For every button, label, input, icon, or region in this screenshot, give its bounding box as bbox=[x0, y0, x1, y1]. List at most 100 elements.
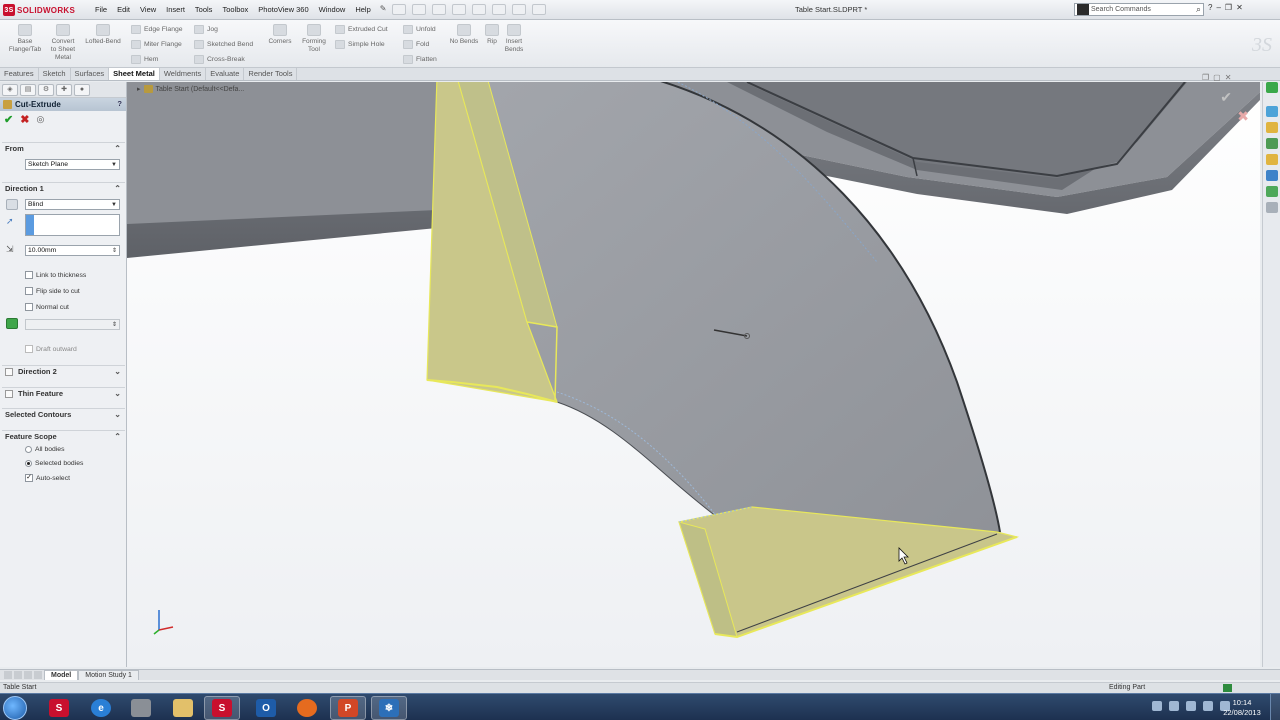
radio-dot[interactable] bbox=[25, 446, 32, 453]
draft-angle-input[interactable]: ⇕ bbox=[25, 319, 120, 330]
section-direction2[interactable]: Direction 2 ⌄ bbox=[2, 365, 125, 377]
taskbar-solidworks-app[interactable]: S bbox=[41, 696, 77, 720]
help-icon[interactable]: ? bbox=[1208, 3, 1212, 12]
custom-properties-icon[interactable] bbox=[1266, 186, 1278, 197]
menu-window[interactable]: Window bbox=[314, 4, 351, 15]
direction-reference-field[interactable] bbox=[25, 214, 120, 236]
tab-sheet-metal[interactable]: Sheet Metal bbox=[109, 68, 160, 80]
menu-tools[interactable]: Tools bbox=[190, 4, 218, 15]
all-bodies-radio[interactable]: All bodies bbox=[25, 446, 64, 453]
extruded-cut-button[interactable]: Extruded Cut bbox=[335, 23, 388, 35]
section-from[interactable]: From ⌃ bbox=[2, 142, 125, 154]
tab-render-tools[interactable]: Render Tools bbox=[244, 68, 298, 80]
convert-to-sheet-metal-button[interactable]: Convert to Sheet Metal bbox=[46, 24, 80, 62]
network-icon[interactable] bbox=[1169, 701, 1179, 711]
expand-icon[interactable]: ⌄ bbox=[114, 366, 121, 378]
show-desktop-button[interactable] bbox=[1270, 694, 1280, 720]
taskbar-solidworks-active[interactable]: S bbox=[204, 696, 240, 720]
solidworks-logo[interactable]: 3S SOLIDWORKS bbox=[3, 3, 75, 17]
menu-edit[interactable]: Edit bbox=[112, 4, 135, 15]
pin-icon[interactable]: ✎ bbox=[380, 4, 388, 14]
depth-input[interactable]: 10.00mm ⇕ bbox=[25, 245, 120, 256]
rebuild-icon[interactable] bbox=[512, 4, 526, 15]
expand-icon[interactable]: ⌄ bbox=[114, 388, 121, 400]
viewport-close-icon[interactable]: ✕ bbox=[1225, 73, 1232, 82]
dimxpert-icon[interactable]: ✚ bbox=[56, 84, 72, 96]
checkbox-box[interactable] bbox=[25, 287, 33, 295]
close-icon[interactable]: ✕ bbox=[1236, 3, 1243, 12]
fold-button[interactable]: Fold bbox=[403, 38, 429, 50]
collapse-icon[interactable]: ⌃ bbox=[114, 183, 121, 195]
auto-select-checkbox[interactable]: ✓ Auto-select bbox=[25, 474, 70, 482]
select-icon[interactable] bbox=[492, 4, 506, 15]
collapse-icon[interactable]: ⌃ bbox=[114, 143, 121, 155]
viewport-maximize-icon[interactable]: ▢ bbox=[1213, 73, 1221, 82]
appearances-icon[interactable] bbox=[1266, 170, 1278, 181]
direction2-toggle[interactable] bbox=[5, 368, 13, 376]
section-selected-contours[interactable]: Selected Contours ⌄ bbox=[2, 408, 125, 420]
edge-flange-button[interactable]: Edge Flange bbox=[131, 23, 183, 35]
corners-button[interactable]: Corners bbox=[265, 24, 295, 46]
tab-motion-study[interactable]: Motion Study 1 bbox=[78, 670, 139, 680]
normal-cut-checkbox[interactable]: Normal cut bbox=[25, 303, 69, 311]
jog-button[interactable]: Jog bbox=[194, 23, 218, 35]
tab-surfaces[interactable]: Surfaces bbox=[71, 68, 110, 80]
prev-tab-icon[interactable] bbox=[14, 670, 22, 679]
rebuild-status-icon[interactable] bbox=[1223, 684, 1232, 692]
flatten-button[interactable]: Flatten bbox=[403, 53, 437, 65]
design-library-icon[interactable] bbox=[1266, 106, 1278, 117]
configuration-icon[interactable]: ⚙ bbox=[38, 84, 54, 96]
volume-icon[interactable] bbox=[1203, 701, 1213, 711]
restore-icon[interactable]: ❐ bbox=[1225, 3, 1232, 12]
reverse-direction-icon[interactable] bbox=[6, 199, 18, 210]
tab-weldments[interactable]: Weldments bbox=[160, 68, 207, 80]
model-view[interactable] bbox=[127, 82, 1260, 667]
graphics-area[interactable]: ▸ Table Start (Default<<Defa... ✔ ✖ bbox=[127, 82, 1260, 667]
property-manager-icon[interactable]: ▤ bbox=[20, 84, 36, 96]
new-icon[interactable] bbox=[392, 4, 406, 15]
thin-feature-toggle[interactable] bbox=[5, 390, 13, 398]
checkbox-box[interactable] bbox=[25, 345, 33, 353]
section-direction1[interactable]: Direction 1 ⌃ bbox=[2, 182, 125, 194]
checkbox-box[interactable] bbox=[25, 303, 33, 311]
rip-button[interactable]: Rip bbox=[484, 24, 500, 46]
menu-help[interactable]: Help bbox=[350, 4, 375, 15]
tab-sketch[interactable]: Sketch bbox=[39, 68, 71, 80]
open-icon[interactable] bbox=[412, 4, 426, 15]
tab-features[interactable]: Features bbox=[0, 68, 39, 80]
menu-toolbox[interactable]: Toolbox bbox=[217, 4, 253, 15]
taskbar-ie-app[interactable]: e bbox=[83, 696, 119, 720]
search-results-icon[interactable] bbox=[1266, 138, 1278, 149]
insert-bends-button[interactable]: Insert Bends bbox=[502, 24, 526, 54]
confirm-corner-ok-icon[interactable]: ✔ bbox=[1220, 89, 1232, 106]
section-thin-feature[interactable]: Thin Feature ⌄ bbox=[2, 387, 125, 399]
taskbar-explorer-app[interactable] bbox=[123, 696, 159, 720]
miter-flange-button[interactable]: Miter Flange bbox=[131, 38, 182, 50]
tab-model[interactable]: Model bbox=[44, 670, 79, 680]
ok-icon[interactable]: ✔ bbox=[4, 113, 13, 126]
lofted-bend-button[interactable]: Lofted-Bend bbox=[82, 24, 124, 46]
next-tab-icon[interactable] bbox=[24, 670, 32, 679]
collapse-icon[interactable]: ⌃ bbox=[114, 431, 121, 443]
menu-photoview[interactable]: PhotoView 360 bbox=[253, 4, 313, 15]
base-flange-button[interactable]: Base Flange/Tab bbox=[6, 24, 44, 54]
help-icon[interactable]: ? bbox=[117, 99, 122, 108]
draft-icon[interactable] bbox=[6, 318, 18, 329]
search-box[interactable]: Search Commands ⌕ bbox=[1074, 3, 1204, 16]
taskbar-snowflake-app[interactable]: ❄ bbox=[371, 696, 407, 720]
last-tab-icon[interactable] bbox=[34, 670, 42, 679]
simple-hole-button[interactable]: Simple Hole bbox=[335, 38, 385, 50]
taskbar-outlook-app[interactable]: O bbox=[248, 696, 284, 720]
expand-arrow-icon[interactable]: ▸ bbox=[137, 85, 141, 93]
options-icon[interactable] bbox=[532, 4, 546, 15]
forum-icon[interactable] bbox=[1266, 202, 1278, 213]
flag-icon[interactable] bbox=[1186, 701, 1196, 711]
appearance-icon[interactable]: ● bbox=[74, 84, 90, 96]
search-icon[interactable]: ⌕ bbox=[1196, 4, 1201, 15]
selected-bodies-radio[interactable]: Selected bodies bbox=[25, 460, 83, 467]
flyout-feature-tree[interactable]: ▸ Table Start (Default<<Defa... bbox=[137, 85, 244, 93]
save-icon[interactable] bbox=[432, 4, 446, 15]
section-feature-scope[interactable]: Feature Scope ⌃ bbox=[2, 430, 125, 442]
file-explorer-icon[interactable] bbox=[1266, 122, 1278, 133]
expand-icon[interactable]: ⌄ bbox=[114, 409, 121, 421]
